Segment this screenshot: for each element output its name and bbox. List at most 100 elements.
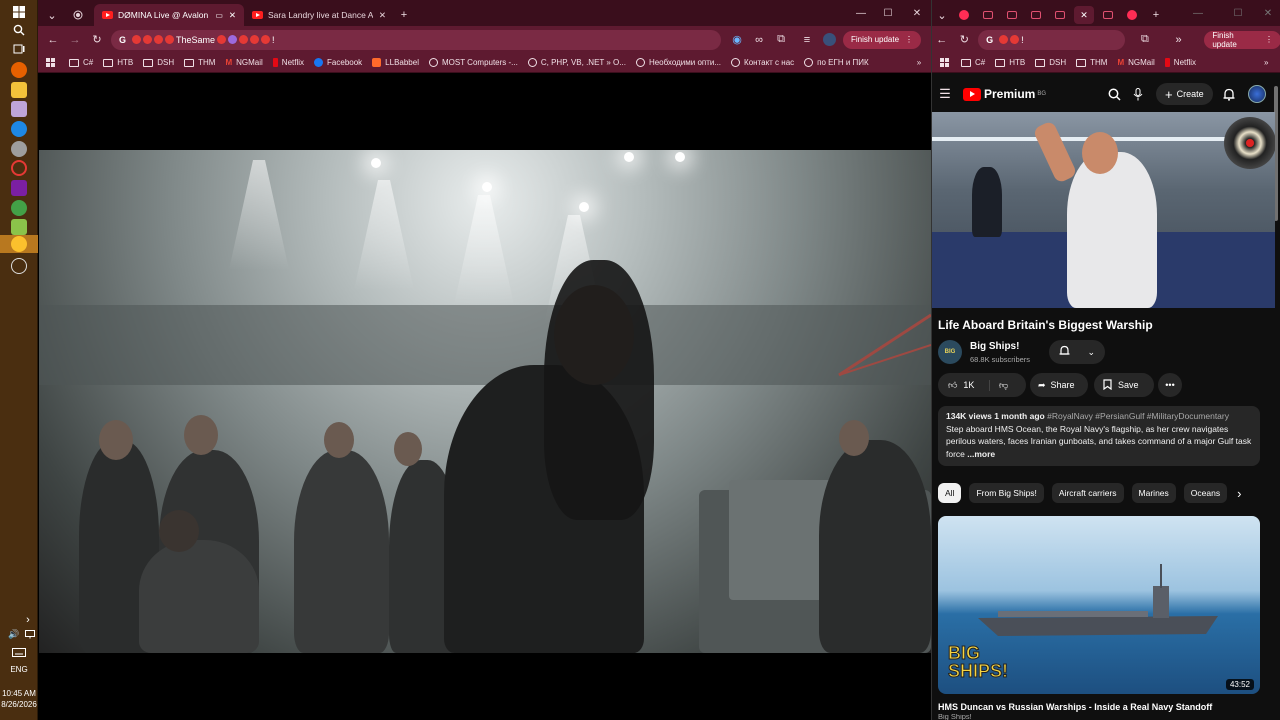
tab-4[interactable] <box>1050 6 1070 24</box>
close-window-button[interactable]: ✕ <box>1258 4 1278 22</box>
chip-oceans[interactable]: Oceans <box>1183 483 1228 503</box>
app-icon[interactable] <box>11 219 27 235</box>
bookmarks-overflow-button[interactable]: » <box>917 58 921 67</box>
chip-marines[interactable]: Marines <box>1131 483 1176 503</box>
volume-icon[interactable]: 🔊 <box>6 626 22 642</box>
media-controls-icon[interactable]: ≡ <box>797 30 817 50</box>
apps-grid-icon[interactable] <box>940 58 949 67</box>
network-icon[interactable] <box>22 626 38 642</box>
recommended-video-thumbnail[interactable]: BIG SHIPS! 43:52 <box>938 516 1260 694</box>
chips-next-chevron-icon[interactable]: › <box>1237 486 1241 501</box>
notifications-bell-icon[interactable] <box>1219 84 1239 104</box>
apps-grid-icon[interactable] <box>46 58 55 67</box>
clock-date[interactable]: 8/26/2026 <box>0 700 38 709</box>
subscribe-notifications-button[interactable]: ⌄ <box>1049 340 1105 364</box>
bookmark-ngmail[interactable]: M NGMail <box>1117 58 1154 67</box>
bookmark-llbabbel[interactable]: LLBabbel <box>372 58 419 67</box>
channel-name[interactable]: Big Ships! <box>970 341 1019 352</box>
recommended-video-channel[interactable]: Big Ships! <box>938 714 972 720</box>
maximize-button[interactable]: ☐ <box>878 4 898 22</box>
bookmark-netflix[interactable]: Netflix <box>1164 58 1196 67</box>
bookmark-thm[interactable]: THM <box>184 58 215 67</box>
tab-close-icon[interactable]: ✕ <box>379 10 386 21</box>
bookmark-thm[interactable]: THM <box>1076 58 1107 67</box>
microphone-icon[interactable] <box>1128 84 1148 104</box>
tab-6[interactable] <box>1122 6 1142 24</box>
video-player[interactable] <box>39 150 931 653</box>
settings-icon[interactable] <box>11 141 27 157</box>
toolbar-overflow-icon[interactable]: » <box>1169 30 1189 50</box>
address-bar[interactable]: G TheSame ! <box>111 29 721 50</box>
create-button[interactable]: + Create <box>1156 83 1213 105</box>
profile-icon[interactable] <box>819 30 839 50</box>
youtube-video-player[interactable] <box>932 112 1275 308</box>
bookmark-most-computers[interactable]: MOST Computers -... <box>428 58 518 67</box>
description-tags[interactable]: #RoyalNavy #PersianGulf #MilitaryDocumen… <box>1047 411 1229 421</box>
search-icon[interactable] <box>11 22 27 38</box>
description-more-link[interactable]: ...more <box>967 449 995 459</box>
tab-search-chevron-icon[interactable]: ⌄ <box>932 5 952 25</box>
bookmark-csharp[interactable]: C# <box>69 58 93 67</box>
save-button[interactable]: Save <box>1094 373 1154 397</box>
photos-icon[interactable] <box>11 101 27 117</box>
tab-media-icon[interactable]: ▭ <box>215 11 223 20</box>
reload-button[interactable]: ↻ <box>87 30 107 50</box>
clock-app-icon[interactable] <box>11 258 27 274</box>
share-button[interactable]: ➦ Share <box>1030 373 1088 397</box>
extensions-icon[interactable]: ⧉ <box>771 30 791 50</box>
bookmark-kontakt[interactable]: Контакт с нас <box>731 58 794 67</box>
account-avatar[interactable] <box>1247 84 1267 104</box>
extensions-icon[interactable]: ⧉ <box>1135 30 1155 50</box>
bookmark-egn[interactable]: по ЕГН и ПИК <box>804 58 869 67</box>
chrome-active-icon[interactable] <box>11 236 27 252</box>
bookmarks-overflow-button[interactable]: » <box>1264 58 1268 67</box>
youtube-premium-logo[interactable]: Premium BG <box>963 87 1046 101</box>
hamburger-menu-icon[interactable]: ☰ <box>935 84 955 104</box>
reload-button[interactable]: ↻ <box>955 30 975 50</box>
cast-icon[interactable]: ◉ <box>727 30 747 50</box>
bookmark-dsh[interactable]: DSH <box>143 58 174 67</box>
keyboard-icon[interactable] <box>11 644 27 660</box>
back-button[interactable]: ← <box>43 30 63 50</box>
bookmark-dsh[interactable]: DSH <box>1035 58 1066 67</box>
description-box[interactable]: 134K views 1 month ago #RoyalNavy #Persi… <box>938 406 1260 466</box>
tab-1[interactable] <box>978 6 998 24</box>
chip-all[interactable]: All <box>938 483 962 503</box>
edge-icon[interactable] <box>11 121 27 137</box>
bookmark-netflix[interactable]: Netflix <box>272 58 304 67</box>
bookmark-facebook[interactable]: Facebook <box>314 58 362 67</box>
back-button[interactable]: ← <box>932 30 952 50</box>
bookmark-htb[interactable]: HTB <box>103 58 133 67</box>
search-icon[interactable] <box>1104 84 1124 104</box>
incognito-icon[interactable]: ∞ <box>749 30 769 50</box>
bookmark-neobhodimi[interactable]: Необходими опти... <box>635 58 721 67</box>
tab-5[interactable] <box>1098 6 1118 24</box>
bookmark-csharp[interactable]: C# <box>961 58 985 67</box>
forward-button[interactable]: → <box>65 30 85 50</box>
bookmark-c-php[interactable]: C, PHP, VB, .NET » O... <box>527 58 626 67</box>
finish-update-button[interactable]: Finish update ⋮ <box>843 30 922 49</box>
windows-start-icon[interactable] <box>11 4 27 20</box>
chip-aircraft-carriers[interactable]: Aircraft carriers <box>1051 483 1124 503</box>
language-indicator[interactable]: ENG <box>0 665 38 674</box>
minimize-button[interactable]: — <box>851 4 871 22</box>
tab-pinned[interactable] <box>954 6 974 24</box>
tab-domina-live[interactable]: DØMINA Live @ Avalon M ▭ ✕ <box>94 4 244 26</box>
tab-sara-landry[interactable]: Sara Landry live at Dance A ✕ <box>244 4 394 26</box>
firefox-icon[interactable] <box>11 62 27 78</box>
channel-avatar[interactable]: BIG <box>938 340 962 364</box>
tab-group-icon[interactable] <box>68 5 88 25</box>
tab-active-close-icon[interactable]: ✕ <box>1074 6 1094 24</box>
maximize-button[interactable]: ☐ <box>1228 4 1248 22</box>
close-window-button[interactable]: ✕ <box>907 4 927 22</box>
bookmark-htb[interactable]: HTB <box>995 58 1025 67</box>
new-tab-button[interactable]: + <box>394 5 414 25</box>
recommended-video-title[interactable]: HMS Duncan vs Russian Warships - Inside … <box>938 702 1212 712</box>
file-explorer-icon[interactable] <box>11 82 27 98</box>
opera-icon[interactable] <box>11 160 27 176</box>
chip-from-channel[interactable]: From Big Ships! <box>969 483 1044 503</box>
chrome-icon[interactable] <box>11 200 27 216</box>
finish-update-button[interactable]: Finish update ⋮ <box>1204 30 1280 49</box>
bookmark-ngmail[interactable]: M NGMail <box>225 58 262 67</box>
address-bar[interactable]: G ! <box>978 29 1126 50</box>
